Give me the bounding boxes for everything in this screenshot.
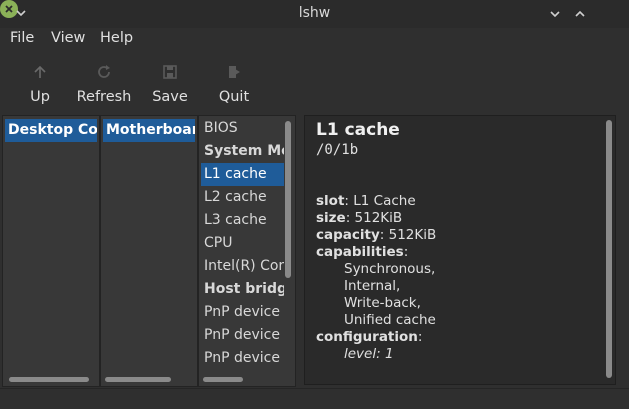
column-pane-3[interactable]: BIOS System Memory L1 cache L2 cache L3 … xyxy=(198,115,296,387)
detail-title: L1 cache xyxy=(316,120,400,140)
detail-capacity-key: capacity xyxy=(316,227,380,243)
detail-pane: L1 cache /0/1b slot: L1 Cache size: 512K… xyxy=(304,115,616,385)
maximize-icon[interactable] xyxy=(572,6,588,22)
list-item[interactable]: System Memory xyxy=(201,140,284,163)
detail-capabilities-row: capabilities: xyxy=(316,244,409,260)
horizontal-scrollbar[interactable] xyxy=(105,377,171,382)
list-item[interactable]: PnP device xyxy=(201,324,284,347)
horizontal-scrollbar[interactable] xyxy=(9,377,89,382)
menu-bar: File View Help xyxy=(0,28,629,50)
list-item[interactable]: Intel(R) Core xyxy=(201,255,284,278)
list-item[interactable]: L3 cache xyxy=(201,209,284,232)
title-bar: lshw xyxy=(0,0,629,29)
minimize-icon[interactable] xyxy=(547,6,563,22)
detail-size-row: size: 512KiB xyxy=(316,210,403,226)
list-item[interactable]: BIOS xyxy=(201,117,284,140)
list-item-selected[interactable]: L1 cache xyxy=(201,163,284,186)
toolbar: Up Refresh Save Quit xyxy=(0,52,629,112)
detail-size-value: 512KiB xyxy=(354,210,403,226)
quit-icon xyxy=(229,66,240,78)
horizontal-scrollbar[interactable] xyxy=(203,377,243,382)
window-title: lshw xyxy=(298,5,331,21)
detail-capacity-value: 512KiB xyxy=(388,227,437,243)
detail-capabilities-key: capabilities xyxy=(316,244,404,260)
detail-capability: Synchronous, xyxy=(344,261,436,277)
quit-label: Quit xyxy=(218,89,250,105)
column-pane-2[interactable]: Motherboard xyxy=(100,115,198,387)
column-item-motherboard[interactable]: Motherboard xyxy=(103,119,195,142)
up-button[interactable]: Up xyxy=(22,52,58,105)
save-label: Save xyxy=(152,89,188,105)
refresh-icon xyxy=(98,65,110,78)
detail-slot-key: slot xyxy=(316,193,345,209)
list-item[interactable]: PnP device xyxy=(201,301,284,324)
menu-file[interactable]: File xyxy=(10,30,34,46)
list-item[interactable]: Host bridge xyxy=(201,278,284,301)
vertical-scrollbar[interactable] xyxy=(285,121,291,278)
detail-capability: Unified cache xyxy=(344,312,436,328)
column-pane-1[interactable]: Desktop Computer xyxy=(2,115,100,387)
detail-slot-row: slot: L1 Cache xyxy=(316,193,416,209)
up-label: Up xyxy=(30,89,50,105)
detail-configuration-key: configuration xyxy=(316,329,418,345)
menu-help[interactable]: Help xyxy=(100,30,133,46)
list-item[interactable]: CPU xyxy=(201,232,284,255)
quit-button[interactable]: Quit xyxy=(214,52,254,105)
detail-capability: Write-back, xyxy=(344,295,421,311)
status-bar xyxy=(0,388,629,409)
save-button[interactable]: Save xyxy=(150,52,190,105)
vertical-scrollbar[interactable] xyxy=(606,120,612,378)
refresh-label: Refresh xyxy=(76,89,132,105)
column-item-desktop-computer[interactable]: Desktop Computer xyxy=(5,119,97,142)
detail-configuration-value: level: 1 xyxy=(344,346,394,362)
refresh-button[interactable]: Refresh xyxy=(74,52,134,105)
detail-capability: Internal, xyxy=(344,278,401,294)
detail-capacity-row: capacity: 512KiB xyxy=(316,227,437,243)
detail-path: /0/1b xyxy=(316,142,359,158)
arrow-up-icon xyxy=(34,65,46,78)
detail-configuration-row: configuration: xyxy=(316,329,423,345)
save-icon xyxy=(163,65,177,79)
detail-slot-value: L1 Cache xyxy=(353,193,416,209)
detail-size-key: size xyxy=(316,210,346,226)
menu-view[interactable]: View xyxy=(51,30,85,46)
list-item[interactable]: PnP device xyxy=(201,347,284,370)
list-item[interactable]: L2 cache xyxy=(201,186,284,209)
